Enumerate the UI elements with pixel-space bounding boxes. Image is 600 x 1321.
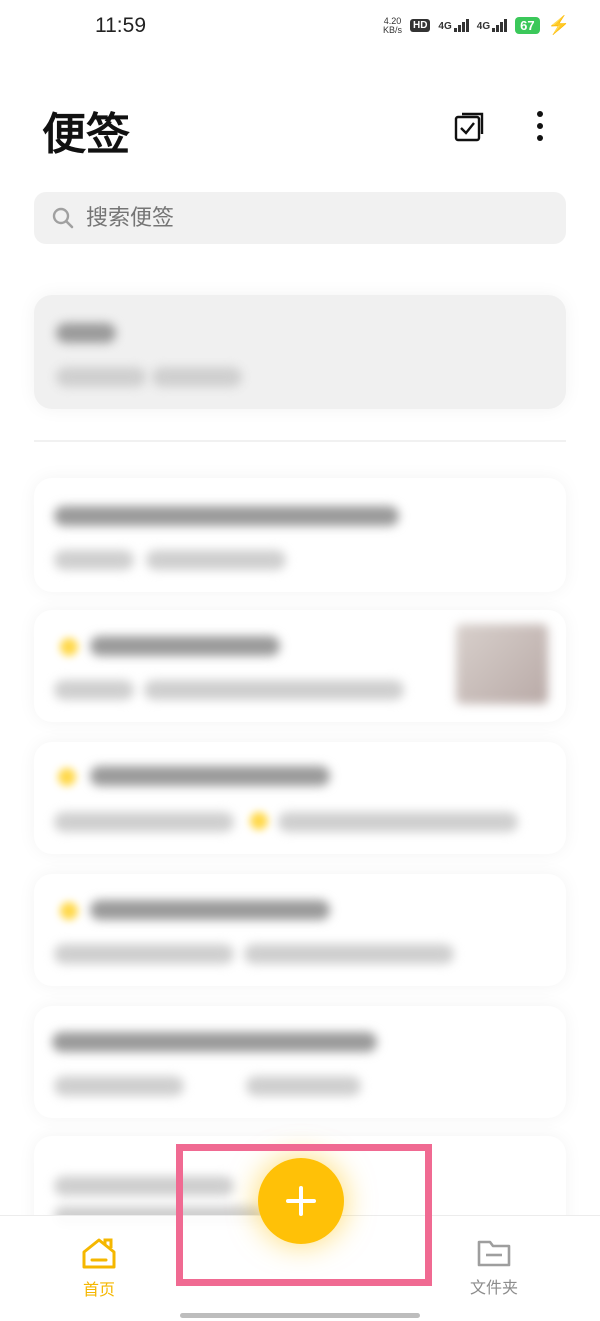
add-note-button[interactable] — [258, 1158, 344, 1244]
home-icon — [82, 1238, 116, 1269]
signal-icon-1: 4G — [438, 19, 469, 32]
note-card[interactable] — [34, 742, 566, 854]
more-vertical-icon — [537, 111, 543, 141]
charging-icon: ⚡ — [547, 15, 570, 35]
battery-icon: 67 — [515, 17, 540, 34]
nav-home[interactable]: 首页 — [80, 1236, 118, 1300]
status-time: 11:59 — [95, 14, 146, 37]
note-card[interactable] — [34, 610, 566, 722]
nav-folder[interactable]: 文件夹 — [470, 1238, 518, 1298]
divider — [34, 440, 566, 442]
search-icon — [52, 207, 74, 229]
status-bar: 11:59 4.20 KB/s HD 4G 4G 67 ⚡ — [0, 0, 600, 56]
status-icons: 4.20 KB/s HD 4G 4G 67 ⚡ — [383, 15, 570, 36]
note-card[interactable] — [34, 295, 566, 409]
search-bar[interactable] — [34, 192, 566, 244]
select-notes-button[interactable] — [452, 108, 488, 144]
folder-icon — [477, 1240, 511, 1267]
note-card[interactable] — [34, 1006, 566, 1118]
note-card[interactable] — [34, 478, 566, 592]
home-indicator — [180, 1313, 420, 1318]
checkbox-select-icon — [454, 112, 484, 142]
nav-home-label: 首页 — [82, 1280, 115, 1299]
hd-badge: HD — [409, 19, 431, 32]
note-thumbnail — [456, 624, 548, 704]
more-options-button[interactable] — [522, 108, 558, 144]
signal-icon-2: 4G — [477, 19, 508, 32]
search-input[interactable] — [84, 204, 508, 232]
plus-icon — [286, 1186, 316, 1216]
network-speed: 4.20 KB/s — [382, 15, 402, 35]
nav-folder-label: 文件夹 — [470, 1278, 519, 1297]
note-card[interactable] — [34, 874, 566, 986]
page-title: 便签 — [42, 109, 130, 160]
